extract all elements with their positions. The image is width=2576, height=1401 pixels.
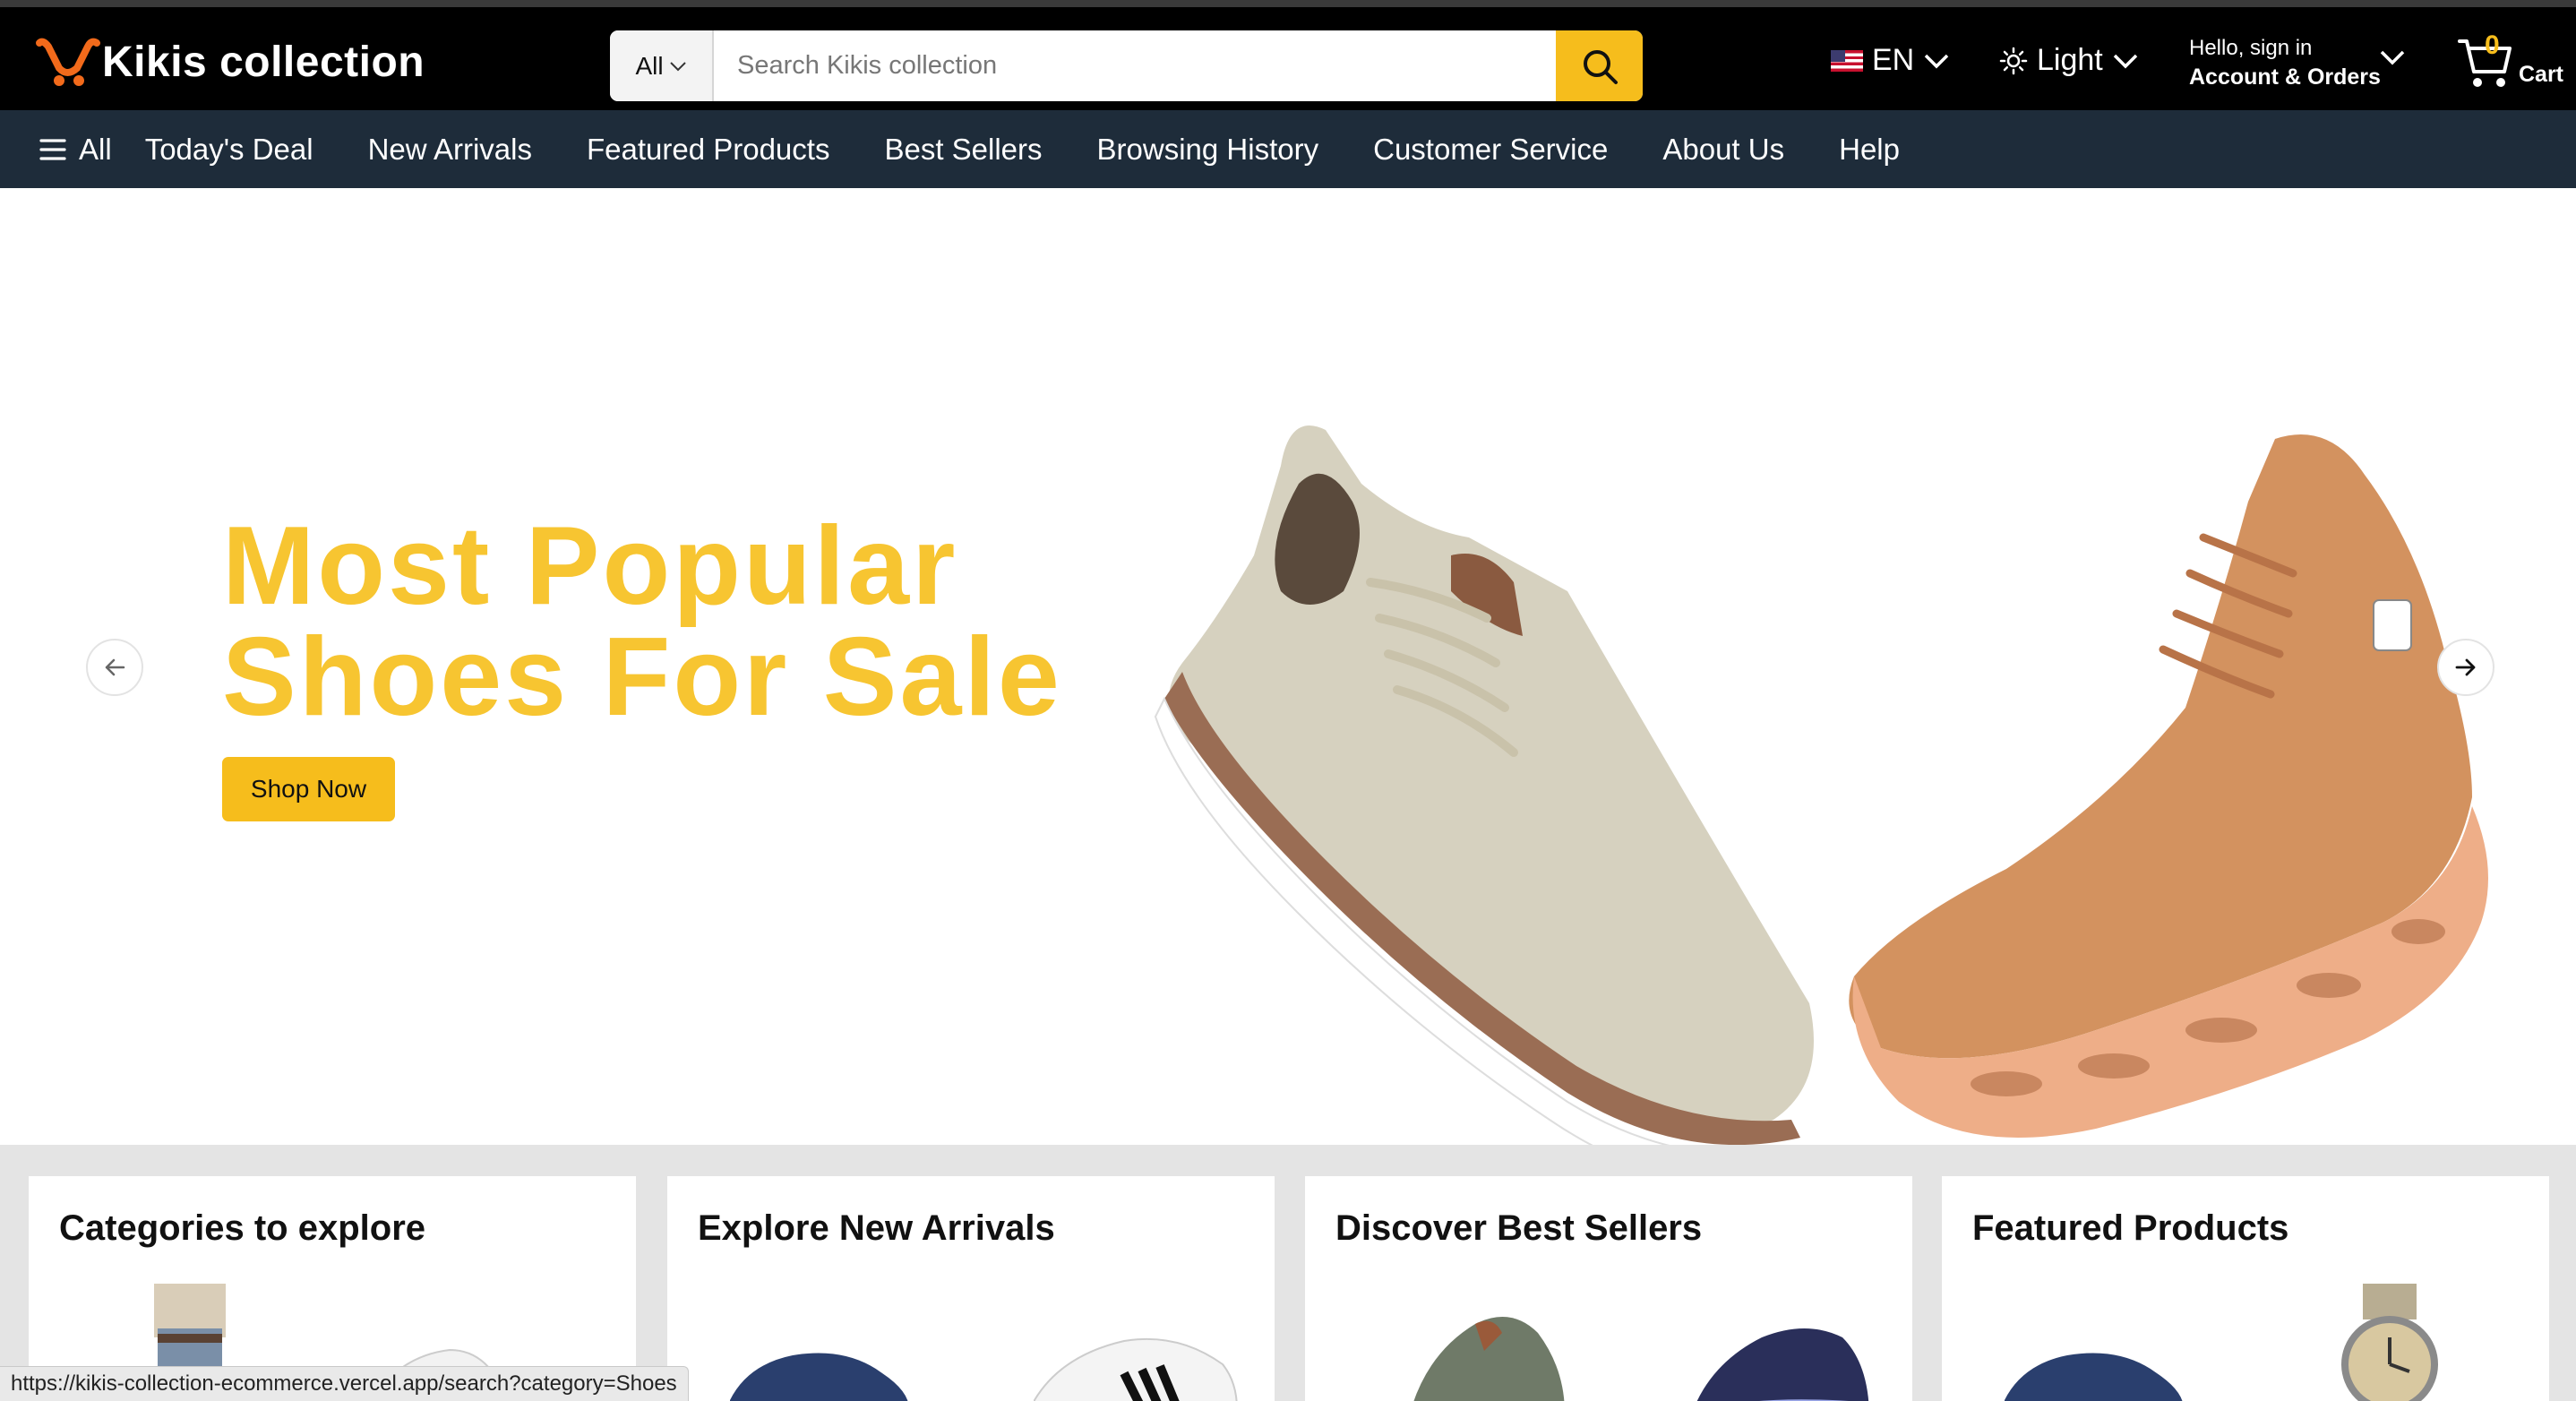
hero-title-line-1: Most Popular — [222, 504, 958, 628]
search-input[interactable] — [714, 30, 1556, 101]
brand-name: Kikis collection — [102, 38, 425, 86]
featured-image-watch[interactable] — [2327, 1284, 2452, 1401]
nav-link-new-arrivals[interactable]: New Arrivals — [368, 133, 532, 167]
hero-shoe-image-beige[interactable] — [1146, 322, 1827, 1209]
nav-all-menu[interactable]: All — [39, 133, 112, 167]
chevron-down-icon[interactable] — [2379, 48, 2406, 66]
language-label: EN — [1872, 43, 1915, 77]
account-greeting: Hello, sign in — [2189, 36, 2313, 60]
featured-image-blue-sneaker[interactable] — [1996, 1337, 2193, 1401]
shop-now-button[interactable]: Shop Now — [222, 757, 395, 821]
search-category-label: All — [635, 51, 664, 80]
chevron-down-icon — [1924, 54, 1949, 68]
new-arrival-image-blue-sneaker[interactable] — [721, 1337, 918, 1401]
cart-logo-icon — [36, 38, 100, 86]
chevron-down-icon — [2113, 54, 2137, 68]
nav-link-help[interactable]: Help — [1839, 133, 1900, 167]
search-bar: All — [610, 30, 1643, 101]
search-category-select[interactable]: All — [610, 30, 714, 101]
nav-link-featured-products[interactable]: Featured Products — [587, 133, 829, 167]
carousel-next-button[interactable] — [2437, 639, 2494, 696]
hero-title-line-2: Shoes For Sale — [222, 615, 1062, 739]
cart-count-badge: 0 — [2485, 30, 2500, 60]
us-flag-icon — [1831, 49, 1863, 72]
main-nav: All Today's Deal New Arrivals Featured P… — [0, 110, 2576, 188]
carousel-prev-button[interactable] — [86, 639, 143, 696]
account-orders-label: Account & Orders — [2189, 64, 2381, 90]
brand-logo[interactable]: Kikis collection — [34, 30, 425, 93]
card-title: Discover Best Sellers — [1335, 1208, 1703, 1248]
card-title: Categories to explore — [59, 1208, 426, 1248]
theme-label: Light — [2037, 43, 2103, 77]
hamburger-menu-icon — [39, 138, 66, 160]
card-title: Explore New Arrivals — [698, 1208, 1055, 1248]
nav-link-customer-service[interactable]: Customer Service — [1373, 133, 1608, 167]
nav-link-todays-deal[interactable]: Today's Deal — [145, 133, 313, 167]
sun-icon — [1999, 47, 2028, 74]
top-header: Kikis collection All EN Light Hello, sig… — [0, 0, 2576, 110]
search-icon — [1583, 49, 1618, 84]
search-button[interactable] — [1556, 30, 1643, 101]
best-seller-image-green-shoe[interactable] — [1395, 1297, 1574, 1401]
nav-link-browsing-history[interactable]: Browsing History — [1097, 133, 1319, 167]
cart-button[interactable]: 0 Cart — [2456, 30, 2564, 91]
new-arrival-image-white-sneaker[interactable] — [1026, 1319, 1241, 1401]
account-menu[interactable]: Hello, sign in Account & Orders — [2189, 36, 2381, 90]
hero-shoe-image-tan[interactable] — [1827, 421, 2517, 1209]
nav-link-best-sellers[interactable]: Best Sellers — [884, 133, 1042, 167]
hero-title: Most Popular Shoes For Sale — [222, 511, 1207, 733]
theme-selector[interactable]: Light — [1999, 43, 2139, 78]
best-seller-image-navy-shoe[interactable] — [1681, 1302, 1878, 1401]
card-best-sellers[interactable]: Discover Best Sellers — [1305, 1176, 1912, 1401]
link-status-bar: https://kikis-collection-ecommerce.verce… — [0, 1366, 689, 1401]
card-title: Featured Products — [1972, 1208, 2289, 1248]
arrow-left-icon — [105, 658, 125, 676]
language-selector[interactable]: EN — [1831, 43, 1950, 78]
nav-link-about-us[interactable]: About Us — [1662, 133, 1784, 167]
card-featured-products[interactable]: Featured Products — [1942, 1176, 2549, 1401]
nav-all-label: All — [79, 132, 112, 166]
hero-carousel: Most Popular Shoes For Sale Shop Now — [0, 188, 2576, 1183]
card-new-arrivals[interactable]: Explore New Arrivals — [667, 1176, 1275, 1401]
cart-label: Cart — [2519, 61, 2564, 87]
arrow-right-icon — [2455, 658, 2476, 676]
chevron-down-icon — [669, 61, 686, 71]
